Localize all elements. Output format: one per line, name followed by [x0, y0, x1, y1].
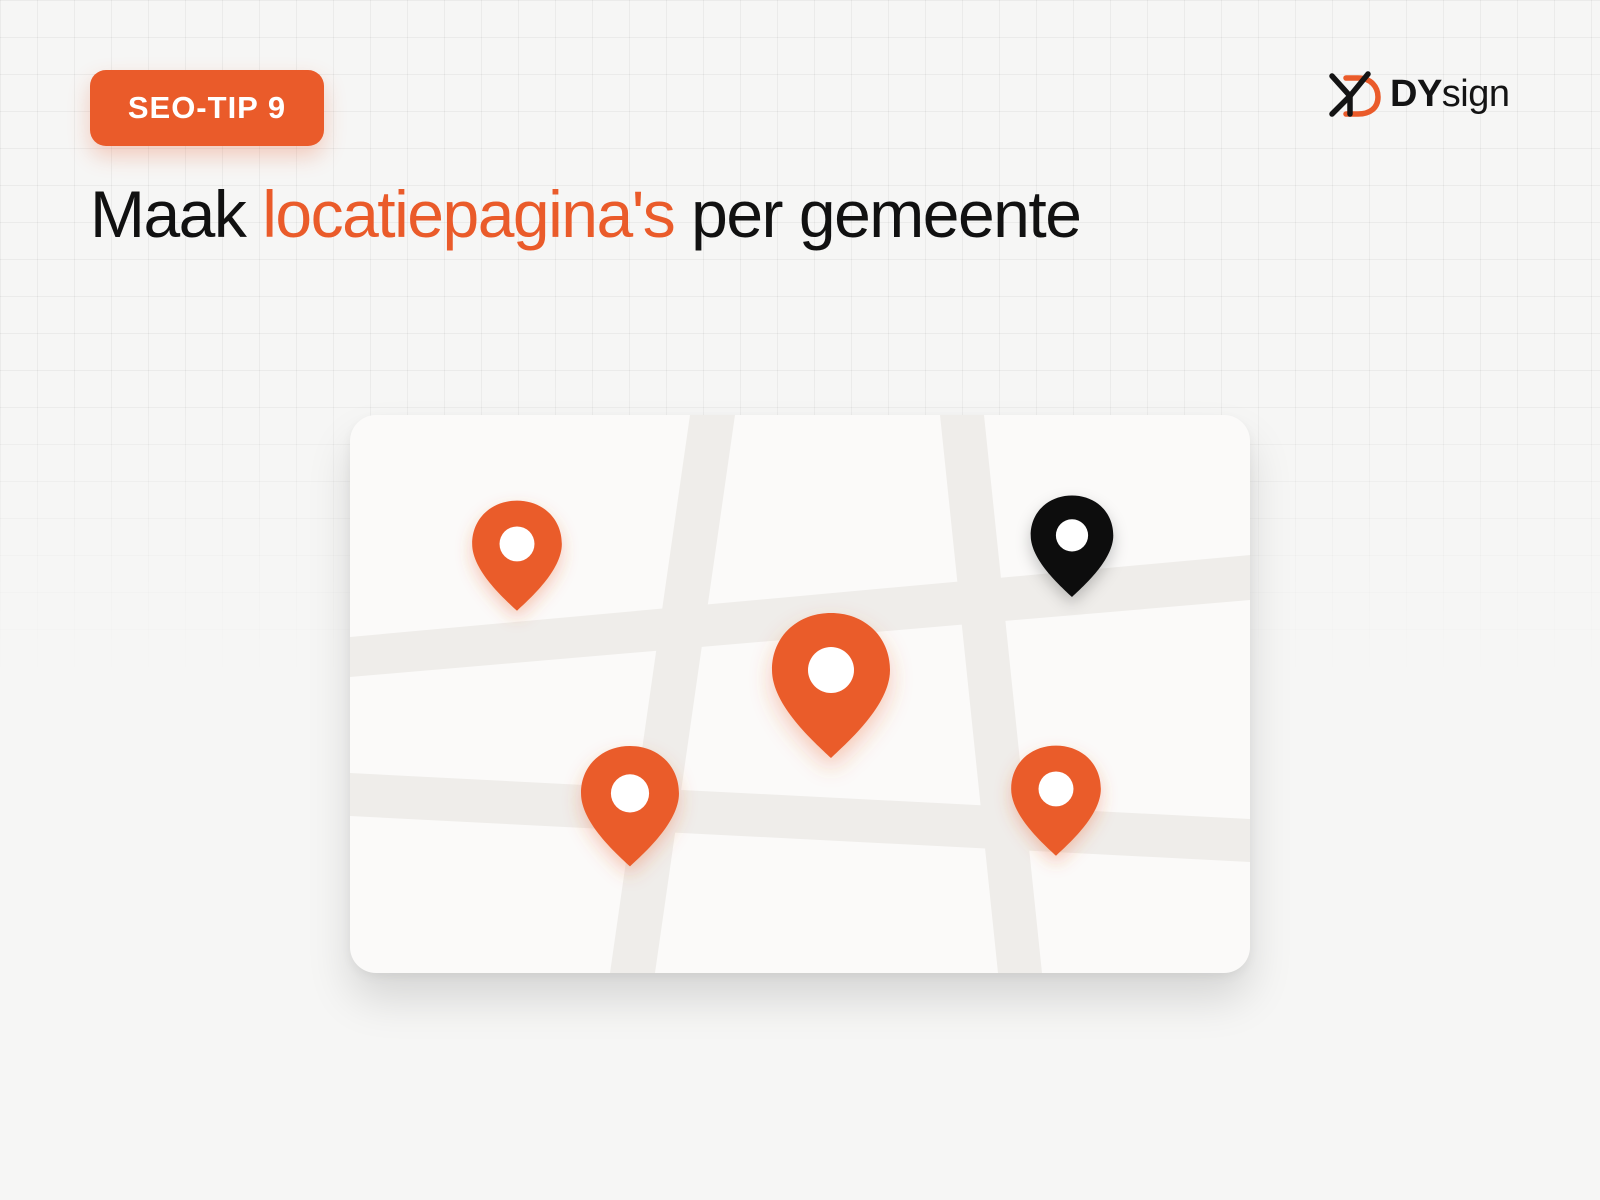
pin-dot: [1038, 771, 1074, 807]
road-vertical-left: [610, 415, 735, 973]
road-vertical-right: [940, 415, 1042, 973]
brand-name-lower: sign: [1441, 72, 1510, 115]
seo-tip-badge: SEO-TIP 9: [90, 70, 324, 146]
brand-logo[interactable]: DYsign: [1328, 66, 1518, 122]
page-title: Maak locatiepagina's per gemeente: [90, 174, 1082, 254]
pin-dot: [1055, 519, 1089, 552]
location-pin-center[interactable]: [772, 613, 890, 758]
title-part-2: per gemeente: [674, 177, 1082, 251]
map-illustration: [350, 415, 1250, 973]
dy-monogram-icon: [1329, 71, 1381, 117]
pin-dot: [499, 526, 535, 562]
pin-dot: [808, 647, 854, 693]
title-highlight: locatiepagina's: [262, 177, 676, 251]
title-part-1: Maak: [90, 177, 263, 251]
pin-dot: [610, 774, 650, 813]
map-card: [350, 415, 1250, 973]
road-horizontal-lower: [350, 773, 1250, 862]
location-pin-top-left[interactable]: [472, 500, 562, 611]
brand-name: DYsign: [1390, 73, 1510, 116]
brand-name-upper: DY: [1390, 72, 1442, 115]
